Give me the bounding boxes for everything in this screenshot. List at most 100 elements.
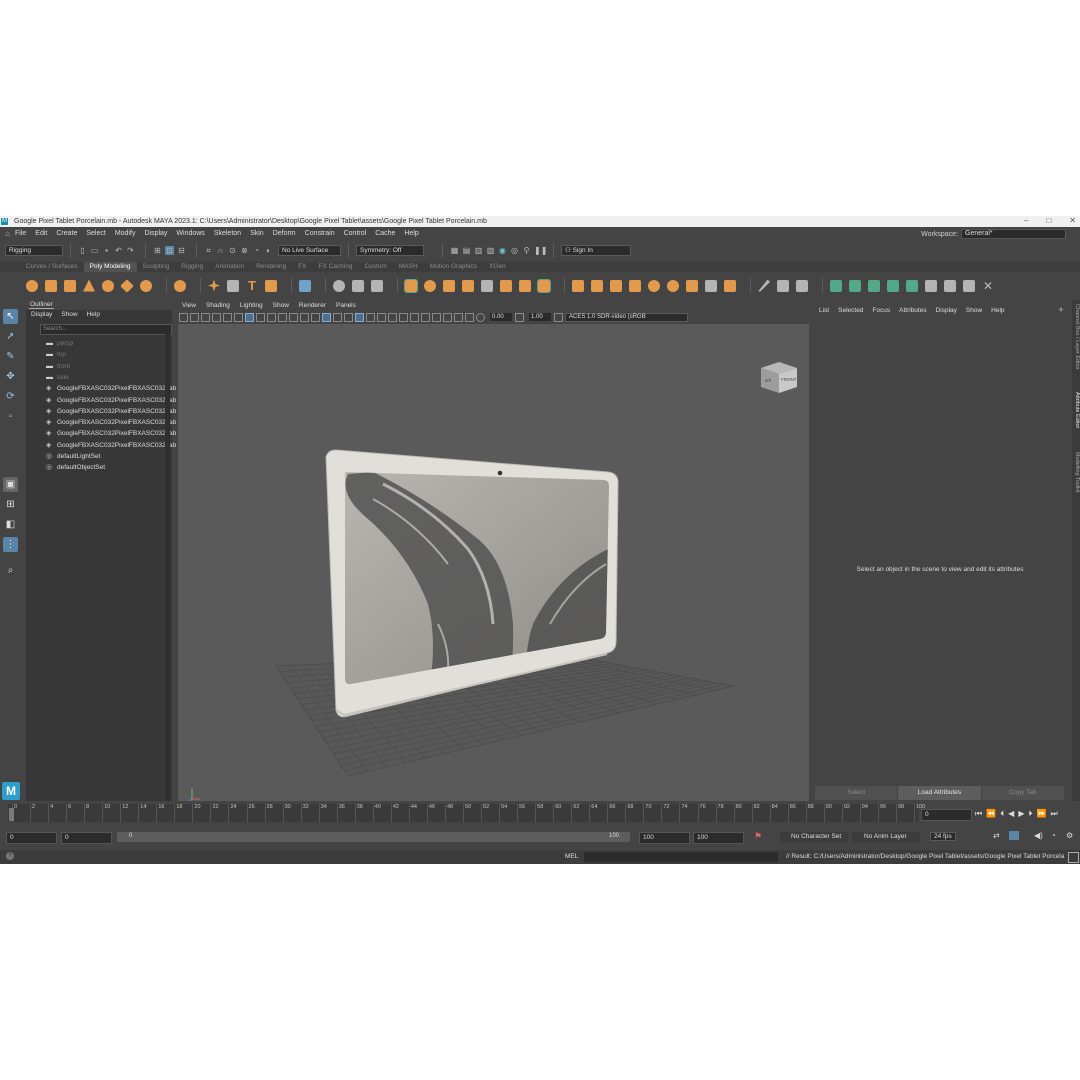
edge-loop-icon[interactable] xyxy=(537,278,551,293)
render-current-icon[interactable]: ▦ xyxy=(450,246,459,255)
menu-file[interactable]: File xyxy=(15,230,26,237)
isolate-select-icon[interactable] xyxy=(432,312,441,322)
ae-menu-attributes[interactable]: Attributes xyxy=(899,307,926,314)
select-component-icon[interactable]: ⊟ xyxy=(177,246,186,255)
mirror-icon[interactable] xyxy=(572,279,584,292)
redo-icon[interactable]: ↷ xyxy=(126,246,135,255)
play-backwards-icon[interactable]: ◀ xyxy=(1008,809,1014,819)
snap-surface-icon[interactable]: ◔ xyxy=(252,246,261,255)
smooth-icon[interactable] xyxy=(371,279,383,292)
wedge-icon[interactable] xyxy=(686,279,698,292)
script-editor-icon[interactable] xyxy=(1068,852,1079,863)
viewport-menu-show[interactable]: Show xyxy=(273,302,289,309)
audio-icon[interactable]: ◀) xyxy=(1034,831,1043,840)
tab-rendering[interactable]: Rendering xyxy=(250,262,292,272)
outliner-item[interactable]: ◈ GoogleFBXASC032PixelFBXASC032Tab xyxy=(46,385,176,392)
extract-icon[interactable] xyxy=(629,279,641,292)
motion-blur-icon[interactable] xyxy=(399,312,408,322)
menu-edit[interactable]: Edit xyxy=(35,230,47,237)
hypershade-icon[interactable]: ◉ xyxy=(498,246,507,255)
triangulate-icon[interactable] xyxy=(724,279,736,292)
viewport-menu-shading[interactable]: Shading xyxy=(206,302,230,309)
outliner-item[interactable]: ◈ GoogleFBXASC032PixelFBXASC032Tab xyxy=(46,442,176,449)
xray-joints-icon[interactable] xyxy=(454,312,463,322)
shadows-icon[interactable] xyxy=(377,312,386,322)
lock-camera-icon[interactable] xyxy=(190,312,199,322)
ipr-render-icon[interactable]: ▥ xyxy=(474,246,483,255)
step-back-key-icon[interactable]: ⏪ xyxy=(986,809,996,819)
poly-torus-icon[interactable] xyxy=(102,279,114,292)
select-hierarchy-icon[interactable]: ⊞ xyxy=(153,246,162,255)
snap-grid-icon[interactable]: ⌗ xyxy=(204,246,213,255)
xray-icon[interactable] xyxy=(443,312,452,322)
poly-soccer-icon[interactable] xyxy=(174,279,186,292)
snap-live-icon[interactable]: ◐ xyxy=(264,246,273,255)
go-to-start-icon[interactable]: ⏮ xyxy=(975,809,982,819)
workspace-dropdown[interactable]: General* xyxy=(961,229,1066,239)
resolution-gate-icon[interactable] xyxy=(267,312,276,322)
load-attributes-button[interactable]: Load Attributes xyxy=(898,786,981,800)
view-cube[interactable]: left FRONT xyxy=(761,362,797,393)
bridge-icon[interactable] xyxy=(424,279,436,292)
wireframe-icon[interactable] xyxy=(322,312,331,322)
outliner-item[interactable]: ◈ GoogleFBXASC032PixelFBXASC032Tab xyxy=(46,397,176,404)
poke-icon[interactable] xyxy=(705,279,717,292)
wireframe-on-shaded-icon[interactable] xyxy=(344,312,353,322)
outliner-layout-icon[interactable]: ⋮ xyxy=(3,537,18,552)
rotate-tool-icon[interactable]: ⟳ xyxy=(3,389,18,404)
depth-of-field-icon[interactable] xyxy=(421,312,430,322)
circularize-icon[interactable] xyxy=(667,279,679,292)
separate-icon[interactable] xyxy=(352,279,364,292)
pause-render-icon[interactable]: ❚❚ xyxy=(534,246,547,255)
multi-cut-icon[interactable] xyxy=(500,279,512,292)
unfold-icon[interactable] xyxy=(906,279,918,292)
tab-rigging[interactable]: Rigging xyxy=(175,262,209,272)
outliner-item[interactable]: ◈ GoogleFBXASC032PixelFBXASC032Tab xyxy=(46,419,176,426)
delete-history-icon[interactable]: ✕ xyxy=(982,280,994,292)
perspective-viewport[interactable]: left FRONT persp xyxy=(178,324,809,816)
smooth-shade-icon[interactable] xyxy=(333,312,342,322)
paint-select-icon[interactable]: ✎ xyxy=(3,349,18,364)
select-tool-icon[interactable]: ↖ xyxy=(3,309,18,324)
menu-create[interactable]: Create xyxy=(56,230,77,237)
fps-dropdown[interactable]: 24 fps xyxy=(930,832,956,841)
poly-cone-icon[interactable] xyxy=(83,279,95,292)
grid-toggle-icon[interactable] xyxy=(245,312,254,322)
cylindrical-map-icon[interactable] xyxy=(849,279,861,292)
ae-menu-show[interactable]: Show xyxy=(966,307,982,314)
use-all-lights-icon[interactable] xyxy=(366,312,375,322)
close-button[interactable]: ✕ xyxy=(1069,216,1076,225)
poly-sphere-icon[interactable] xyxy=(26,279,38,292)
outliner-search-input[interactable]: Search... xyxy=(40,324,172,335)
light-editor-icon[interactable]: ⚲ xyxy=(522,246,531,255)
view-transform-dropdown[interactable]: ACES 1.0 SDR-video (sRGB xyxy=(565,312,688,322)
script-language-label[interactable]: MEL xyxy=(565,853,578,860)
home-icon[interactable]: ⌂ xyxy=(3,229,12,238)
undo-icon[interactable]: ↶ xyxy=(114,246,123,255)
scene-start-field[interactable]: 0 xyxy=(6,832,57,844)
menu-help[interactable]: Help xyxy=(404,230,418,237)
tab-poly-modeling[interactable]: Poly Modeling xyxy=(83,262,137,272)
open-scene-icon[interactable]: ▭ xyxy=(90,246,99,255)
poly-cylinder-icon[interactable] xyxy=(64,279,76,292)
anim-layer-dropdown[interactable]: No Anim Layer xyxy=(852,832,920,842)
command-input[interactable] xyxy=(584,852,778,862)
ae-menu-help[interactable]: Help xyxy=(991,307,1004,314)
type-text-icon[interactable]: T xyxy=(246,279,258,292)
current-time-marker[interactable] xyxy=(9,808,14,821)
ae-menu-focus[interactable]: Focus xyxy=(872,307,890,314)
select-button[interactable]: Select xyxy=(815,786,898,800)
menuset-dropdown[interactable]: Rigging xyxy=(5,245,63,256)
scale-tool-icon[interactable]: ▫ xyxy=(3,409,18,424)
cut-uv-icon[interactable] xyxy=(944,279,956,292)
ae-menu-selected[interactable]: Selected xyxy=(838,307,863,314)
exposure-field[interactable]: 0.00 xyxy=(490,313,512,321)
viewport-menu-panels[interactable]: Panels xyxy=(336,302,356,309)
extrude-icon[interactable] xyxy=(404,278,418,293)
color-management-icon[interactable] xyxy=(554,312,563,322)
sculpt-brush-icon[interactable] xyxy=(758,279,770,292)
auto-map-icon[interactable] xyxy=(887,279,899,292)
render-view-icon[interactable]: ◎ xyxy=(510,246,519,255)
pin-icon[interactable]: ✈ xyxy=(1058,306,1064,314)
screen-space-ao-icon[interactable] xyxy=(388,312,397,322)
